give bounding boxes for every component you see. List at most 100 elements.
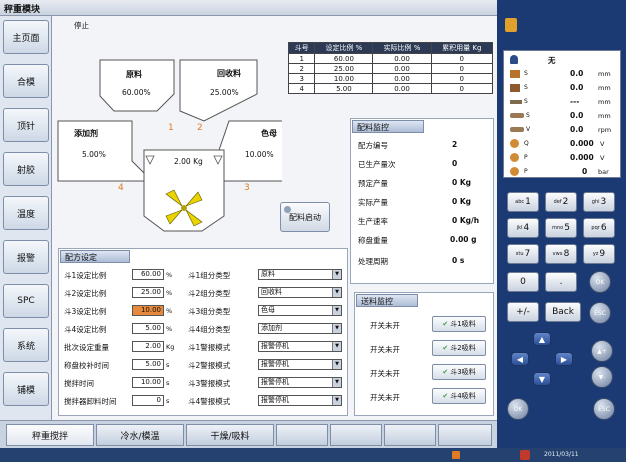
monitor-label: 实际产量: [358, 198, 388, 207]
key-sub: yz: [592, 251, 599, 257]
key-sub: abc: [515, 199, 525, 205]
key-2[interactable]: def 2: [545, 192, 577, 212]
monitor-value: 0 Kg: [452, 197, 472, 206]
feed-button-label: 斗3吸料: [450, 368, 476, 376]
recipe-type-select[interactable]: 添加剂 ▼: [258, 323, 342, 334]
status-label: Q: [524, 140, 529, 147]
monitor-value: 2: [452, 140, 458, 149]
hopper-number-1: 1: [168, 123, 174, 133]
tab-empty[interactable]: [384, 424, 436, 446]
key-1[interactable]: abc 1: [507, 192, 539, 212]
recipe-type-label: 斗3警报模式: [188, 379, 231, 388]
page-down-button[interactable]: ▼-: [591, 366, 613, 388]
recipe-type-select[interactable]: 原料 ▼: [258, 269, 342, 280]
recipe-value-input[interactable]: 2.00: [132, 341, 164, 352]
recipe-value-input[interactable]: 25.00: [132, 287, 164, 298]
feed-switch-status: 开关未开: [370, 321, 400, 330]
nav-temperature[interactable]: 温度: [3, 196, 49, 230]
recipe-value-input[interactable]: 60.00: [132, 269, 164, 280]
status-value: 0.0: [570, 83, 584, 92]
ok-button[interactable]: OK: [589, 271, 611, 293]
recipe-type-label: 斗4组分类型: [188, 325, 231, 334]
recipe-value-input[interactable]: 10.00: [132, 377, 164, 388]
key-7[interactable]: stu 7: [507, 244, 539, 264]
chevron-down-icon: ▼: [332, 288, 341, 297]
tab-empty[interactable]: [330, 424, 382, 446]
key-9[interactable]: yz 9: [583, 244, 615, 264]
table-cell: 0: [430, 53, 494, 64]
table-header: 实际比例 %: [372, 42, 432, 54]
recipe-type-select[interactable]: 色母 ▼: [258, 305, 342, 316]
nav-mold-setup[interactable]: 铺模: [3, 372, 49, 406]
chevron-down-icon: ▼: [332, 306, 341, 315]
nav-home[interactable]: 主页面: [3, 20, 49, 54]
key-3[interactable]: ghi 3: [583, 192, 615, 212]
recipe-value-input[interactable]: 5.00: [132, 323, 164, 334]
recipe-type-select[interactable]: 报警停机 ▼: [258, 359, 342, 370]
mold-icon: [510, 70, 520, 78]
page-up-button[interactable]: ▲+: [591, 340, 613, 362]
key-5[interactable]: mno 5: [545, 218, 577, 238]
arrow-left-icon[interactable]: ◀: [511, 352, 529, 366]
recipe-unit: s: [166, 361, 170, 369]
nav-alarm[interactable]: 报警: [3, 240, 49, 274]
ratio-monitor-title: 配料监控: [352, 120, 424, 133]
plus-minus-key[interactable]: +/-: [507, 302, 539, 322]
recipe-type-select[interactable]: 报警停机 ▼: [258, 395, 342, 406]
feed-hopper2-button[interactable]: ✔ 斗2吸料: [432, 340, 486, 356]
status-value: 0: [582, 167, 588, 176]
taskbar: 2011/03/11: [0, 448, 626, 462]
hopper-raw-pct: 60.00%: [122, 88, 151, 97]
tab-dryer-loader[interactable]: 干燥/吸料: [186, 424, 274, 446]
recipe-label: 斗3设定比例: [64, 307, 107, 316]
key-main: 4: [523, 223, 530, 233]
key-4[interactable]: jkl 4: [507, 218, 539, 238]
recipe-value-input[interactable]: 0: [132, 395, 164, 406]
nav-system[interactable]: 系统: [3, 328, 49, 362]
back-key[interactable]: Back: [545, 302, 581, 322]
esc-button-upper[interactable]: ESC: [589, 302, 611, 324]
taskbar-datetime: 2011/03/11: [544, 451, 579, 458]
key-8[interactable]: vwx 8: [545, 244, 577, 264]
recipe-type-select[interactable]: 报警停机 ▼: [258, 377, 342, 388]
key-sub: ghi: [591, 199, 600, 205]
status-row: S 0.0 mm: [508, 110, 618, 122]
status-label: P: [524, 168, 528, 175]
app-title: 秤重模块: [4, 5, 41, 15]
tab-empty[interactable]: [438, 424, 492, 446]
table-cell: 4: [287, 83, 316, 94]
hopper-number-3: 3: [244, 183, 250, 193]
nav-injection[interactable]: 射胶: [3, 152, 49, 186]
table-cell: 0.00: [372, 73, 432, 84]
arrow-right-icon[interactable]: ▶: [555, 352, 573, 366]
select-value: 报警停机: [261, 360, 289, 368]
screw-icon: [510, 127, 524, 132]
tab-chiller-mold-temp[interactable]: 冷水/模温: [96, 424, 184, 446]
nav-ejector[interactable]: 顶针: [3, 108, 49, 142]
recipe-type-select[interactable]: 回收料 ▼: [258, 287, 342, 298]
table-cell: 0: [430, 83, 494, 94]
esc-button-lower[interactable]: ESC: [593, 398, 615, 420]
key-dot[interactable]: .: [545, 272, 577, 292]
key-main: 5: [564, 223, 570, 233]
feed-hopper4-button[interactable]: ✔ 斗4吸料: [432, 388, 486, 404]
tab-weighing-mixing[interactable]: 秤重搅拌: [6, 424, 94, 446]
arrow-down-icon[interactable]: ▼: [533, 372, 551, 386]
chevron-down-icon: ▼: [332, 396, 341, 405]
status-unit: V: [600, 140, 605, 148]
nav-mold-close[interactable]: 合模: [3, 64, 49, 98]
key-0[interactable]: 0: [507, 272, 539, 292]
arrow-up-icon[interactable]: ▲: [533, 332, 551, 346]
recipe-type-select[interactable]: 报警停机 ▼: [258, 341, 342, 352]
key-6[interactable]: pqr 6: [583, 218, 615, 238]
status-unit: mm: [598, 84, 611, 92]
nav-spc[interactable]: SPC: [3, 284, 49, 318]
feed-hopper3-button[interactable]: ✔ 斗3吸料: [432, 364, 486, 380]
batch-start-button[interactable]: 配料启动: [280, 202, 330, 232]
recipe-value-input[interactable]: 5.00: [132, 359, 164, 370]
tab-empty[interactable]: [276, 424, 328, 446]
status-row: V 0.0 rpm: [508, 124, 618, 136]
ok-button-lower[interactable]: OK: [507, 398, 529, 420]
feed-hopper1-button[interactable]: ✔ 斗1吸料: [432, 316, 486, 332]
recipe-value-input[interactable]: 10.00: [132, 305, 164, 316]
